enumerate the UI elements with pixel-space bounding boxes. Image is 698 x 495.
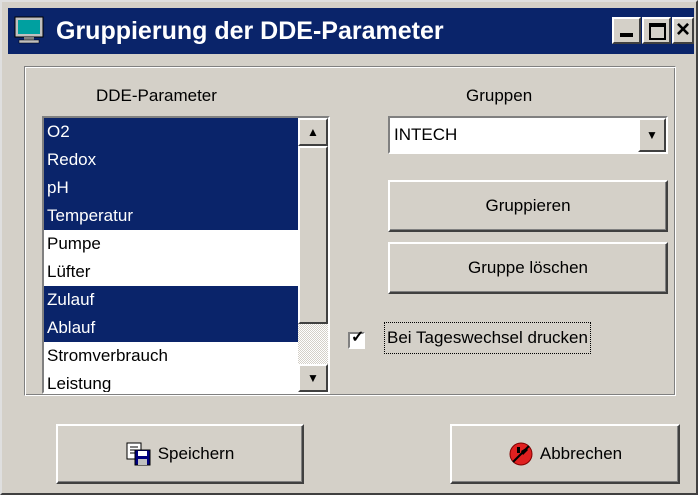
listbox-scrollbar[interactable]: ▲ ▼ bbox=[298, 118, 328, 392]
dropdown-button[interactable]: ▼ bbox=[638, 118, 666, 152]
list-item[interactable]: Lüfter bbox=[44, 258, 298, 286]
close-icon: × bbox=[676, 16, 691, 43]
save-label: Speichern bbox=[157, 444, 235, 463]
gruppen-heading: Gruppen bbox=[466, 86, 533, 105]
scroll-down-button[interactable]: ▼ bbox=[298, 364, 328, 392]
gruppen-selected-value: INTECH bbox=[394, 125, 458, 144]
gruppen-dropdown[interactable]: INTECH ▼ bbox=[388, 116, 668, 154]
dde-parameter-listbox[interactable]: O2 Redox pH Temperatur Pumpe Lüfter Zulauf Abla… bbox=[42, 116, 330, 394]
minimize-button[interactable] bbox=[612, 17, 641, 44]
list-item[interactable]: Pumpe bbox=[44, 230, 298, 258]
list-item[interactable]: Zulauf bbox=[44, 286, 298, 314]
scroll-up-button[interactable]: ▲ bbox=[298, 118, 328, 146]
cancel-button[interactable]: Abbrechen bbox=[450, 424, 680, 484]
list-item[interactable]: Temperatur bbox=[44, 202, 298, 230]
gruppe-loeschen-button[interactable]: Gruppe löschen bbox=[388, 242, 668, 294]
dde-parameter-list: O2 Redox pH Temperatur Pumpe Lüfter Zulauf Abla… bbox=[44, 118, 298, 392]
scroll-thumb[interactable] bbox=[298, 146, 328, 324]
window-title: Gruppierung der DDE-Parameter bbox=[56, 17, 444, 45]
list-item[interactable]: Ablauf bbox=[44, 314, 298, 342]
triangle-down-icon: ▼ bbox=[646, 128, 658, 142]
list-item[interactable]: O2 bbox=[44, 118, 298, 146]
dialog-window: Gruppierung der DDE-Parameter × DDE-Para… bbox=[0, 0, 698, 495]
cancel-label: Abbrechen bbox=[539, 444, 623, 463]
gruppieren-button[interactable]: Gruppieren bbox=[388, 180, 668, 232]
list-item[interactable]: Stromverbrauch bbox=[44, 342, 298, 370]
print-on-day-change-label[interactable]: Bei Tageswechsel drucken bbox=[384, 322, 591, 354]
triangle-down-icon: ▼ bbox=[307, 371, 319, 385]
print-on-day-change-checkbox[interactable]: ✓ bbox=[348, 329, 365, 349]
triangle-up-icon: ▲ bbox=[307, 125, 319, 139]
list-item[interactable]: pH bbox=[44, 174, 298, 202]
checkmark-icon: ✓ bbox=[351, 329, 365, 346]
monitor-icon bbox=[14, 16, 44, 44]
list-item[interactable]: Redox bbox=[44, 146, 298, 174]
save-button[interactable]: Speichern bbox=[56, 424, 304, 484]
list-item[interactable]: Leistung bbox=[44, 370, 298, 392]
dde-parameter-heading: DDE-Parameter bbox=[96, 86, 217, 105]
maximize-button[interactable] bbox=[642, 17, 671, 44]
title-bar[interactable]: Gruppierung der DDE-Parameter × bbox=[8, 8, 694, 54]
stop-cancel-icon bbox=[509, 442, 533, 466]
floppy-save-icon bbox=[126, 442, 151, 466]
close-button[interactable]: × bbox=[672, 17, 694, 44]
